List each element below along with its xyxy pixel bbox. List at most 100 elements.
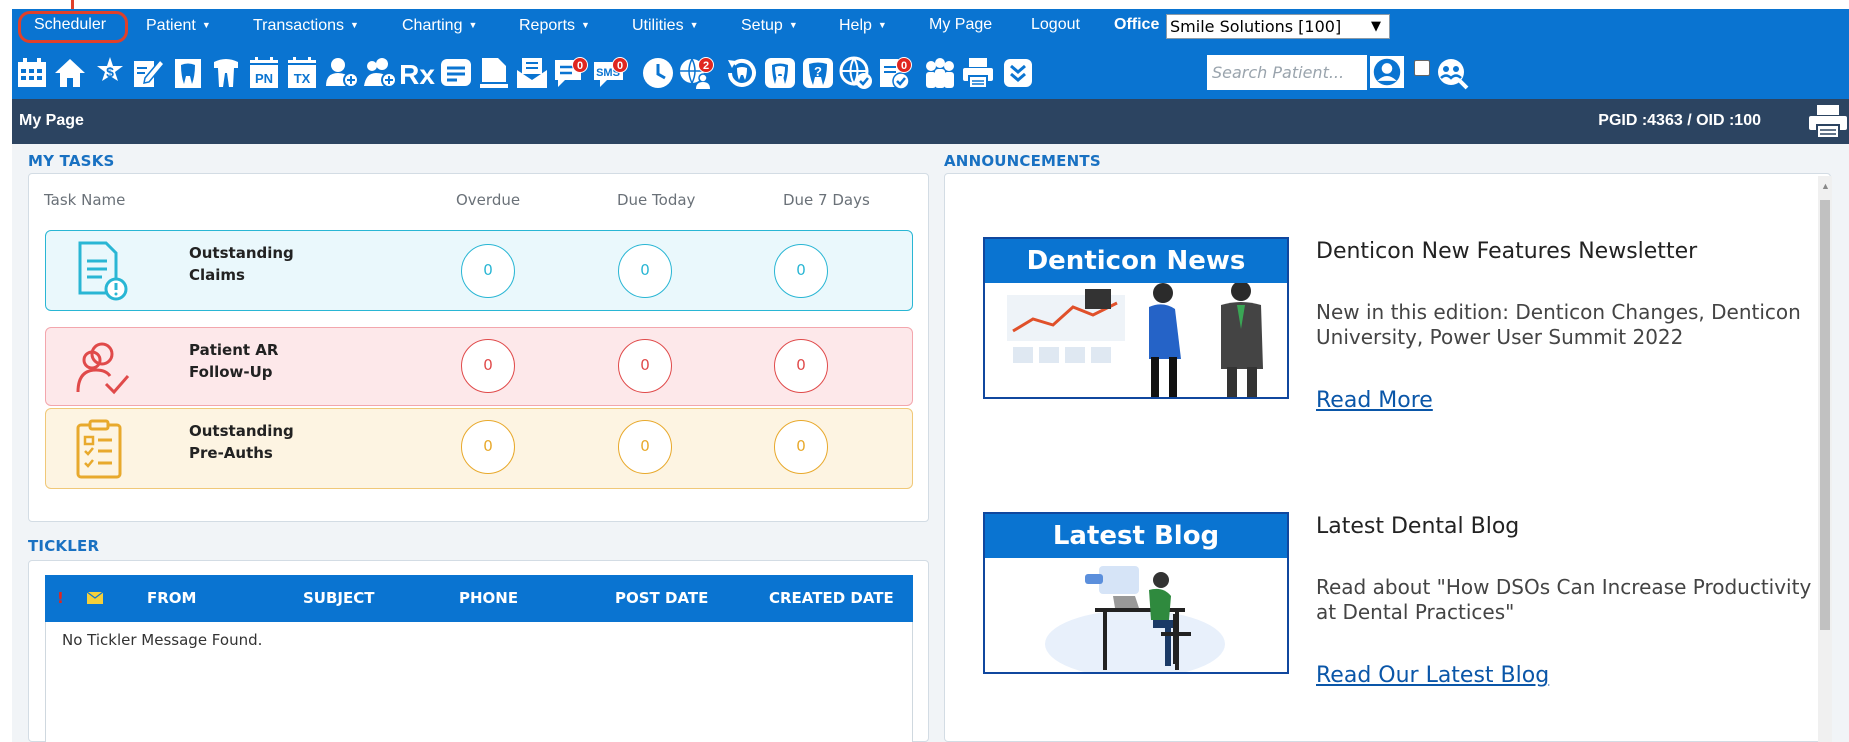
sms-badge: 0 [612,57,628,73]
col-created-date[interactable]: CREATED DATE [769,589,894,607]
page-header-bar: My Page PGID :4363 / OID :100 [12,99,1849,144]
pgid-oid-label: PGID :4363 / OID :100 [1598,112,1761,129]
eligibility-badge: 0 [896,57,912,73]
news-banner: Denticon News [985,239,1287,283]
task-name: Outstanding Claims [189,244,294,284]
tickler-table-body: No Tickler Message Found. [45,622,913,742]
menu-transactions[interactable]: Transactions ▼ [253,9,359,49]
col-from[interactable]: FROM [147,589,196,607]
top-strip [12,0,1849,9]
tooth-icon[interactable] [208,54,244,92]
menu-setup[interactable]: Setup ▼ [741,9,798,49]
group-search-icon[interactable] [1434,54,1470,92]
group-icon[interactable] [922,54,958,92]
due-7-days-count[interactable]: 0 [774,420,828,474]
caret-down-icon: ▼ [350,20,359,30]
priority-icon: ! [57,589,64,607]
clock-icon[interactable] [640,54,676,92]
menu-charting[interactable]: Charting ▼ [402,9,477,49]
due-today-count[interactable]: 0 [618,420,672,474]
caret-down-icon: ▼ [877,20,887,30]
envelope-icon [87,592,103,604]
svg-text:PN: PN [255,71,273,86]
pn-icon[interactable]: PN [246,54,282,92]
col-subject[interactable]: SUBJECT [303,589,374,607]
due-today-count[interactable]: 0 [618,339,672,393]
tooth-chart-icon[interactable] [170,54,206,92]
col-task-name: Task Name [44,191,126,209]
due-7-days-count[interactable]: 0 [774,244,828,298]
scroll-up-arrow-icon[interactable]: ▲ [1821,181,1830,191]
claims-document-icon [78,241,128,301]
office-select[interactable]: Smile Solutions [100] ▼ [1166,14,1390,39]
search-option-checkbox[interactable] [1414,60,1430,76]
overdue-count[interactable]: 0 [461,339,515,393]
note-edit-icon[interactable] [130,54,166,92]
svg-text:Rx: Rx [401,59,435,90]
task-name: Outstanding Pre-Auths [189,422,294,462]
col-post-date[interactable]: POST DATE [615,589,708,607]
due-7-days-count[interactable]: 0 [774,339,828,393]
globe-check-icon[interactable] [838,54,874,92]
denticon-news-image[interactable]: Denticon News [983,237,1289,399]
patient-search-button[interactable] [1368,54,1406,90]
user-search-icon [1373,58,1401,86]
overdue-count[interactable]: 0 [461,244,515,298]
task-name: Patient AR Follow-Up [189,341,279,381]
menu-utilities[interactable]: Utilities ▼ [632,9,698,49]
menu-logout[interactable]: Logout [1031,9,1080,49]
add-patient-icon[interactable] [324,54,360,92]
read-latest-blog-link[interactable]: Read Our Latest Blog [1316,663,1549,688]
announcement-title: Denticon New Features Newsletter [1316,239,1698,264]
chat-icon[interactable]: 0 [552,54,588,92]
chat-badge: 0 [572,57,588,73]
overdue-count[interactable]: 0 [461,420,515,474]
menu-help[interactable]: Help ▼ [839,9,887,49]
eligibility-icon[interactable]: 0 [876,54,912,92]
patient-check-icon [76,342,130,395]
globe-badge: 2 [698,57,714,73]
blog-illustration [1045,566,1225,672]
scroll-thumb[interactable] [1820,200,1830,630]
menu-patient[interactable]: Patient ▼ [146,9,211,49]
col-phone[interactable]: PHONE [459,589,518,607]
calendar-icon[interactable] [14,54,50,92]
svg-text:?: ? [814,64,822,79]
office-label: Office [1114,16,1160,33]
global-users-icon[interactable]: 2 [678,54,714,92]
print-page-icon[interactable] [1807,103,1849,139]
more-icon[interactable] [1000,54,1036,92]
main-menu-bar: Scheduler Patient ▼ Transactions ▼ Chartin… [12,9,1849,49]
caret-down-icon: ▼ [788,20,798,30]
due-today-count[interactable]: 0 [618,244,672,298]
col-overdue: Overdue [456,191,521,209]
mail-icon[interactable] [514,54,550,92]
tx-icon[interactable]: TX [284,54,320,92]
page-title: My Page [19,112,84,129]
menu-scheduler[interactable]: Scheduler [34,9,106,49]
caret-down-icon: ▼ [689,20,699,30]
sms-icon[interactable]: SMS 0 [592,54,628,92]
message-icon[interactable] [438,54,474,92]
read-more-link[interactable]: Read More [1316,388,1433,413]
app-window: Scheduler Patient ▼ Transactions ▼ Chartin… [12,0,1849,742]
menu-my-page[interactable]: My Page [929,9,992,49]
recall-icon[interactable] [724,54,760,92]
col-due-7-days: Due 7 Days [783,191,870,209]
tickler-table-header: ! FROM SUBJECT PHONE POST DATE CREATED D… [45,575,913,622]
add-family-icon[interactable] [362,54,398,92]
news-illustration [1007,283,1263,397]
document-icon[interactable] [476,54,512,92]
search-patient-input[interactable]: Search Patient... [1207,55,1367,90]
menu-reports[interactable]: Reports ▼ [519,9,590,49]
help-tooth-icon[interactable]: ? [800,54,836,92]
announcements-scrollbar[interactable]: ▲ [1818,176,1832,742]
home-icon[interactable] [52,54,88,92]
dollar-icon[interactable]: $ [92,54,128,92]
latest-blog-image[interactable]: Latest Blog [983,512,1289,674]
rx-icon[interactable]: Rx [400,54,436,92]
print-icon[interactable] [960,54,996,92]
blog-banner: Latest Blog [985,514,1287,558]
highlight-pointer [71,0,74,9]
tooth-outline-icon[interactable] [762,54,798,92]
